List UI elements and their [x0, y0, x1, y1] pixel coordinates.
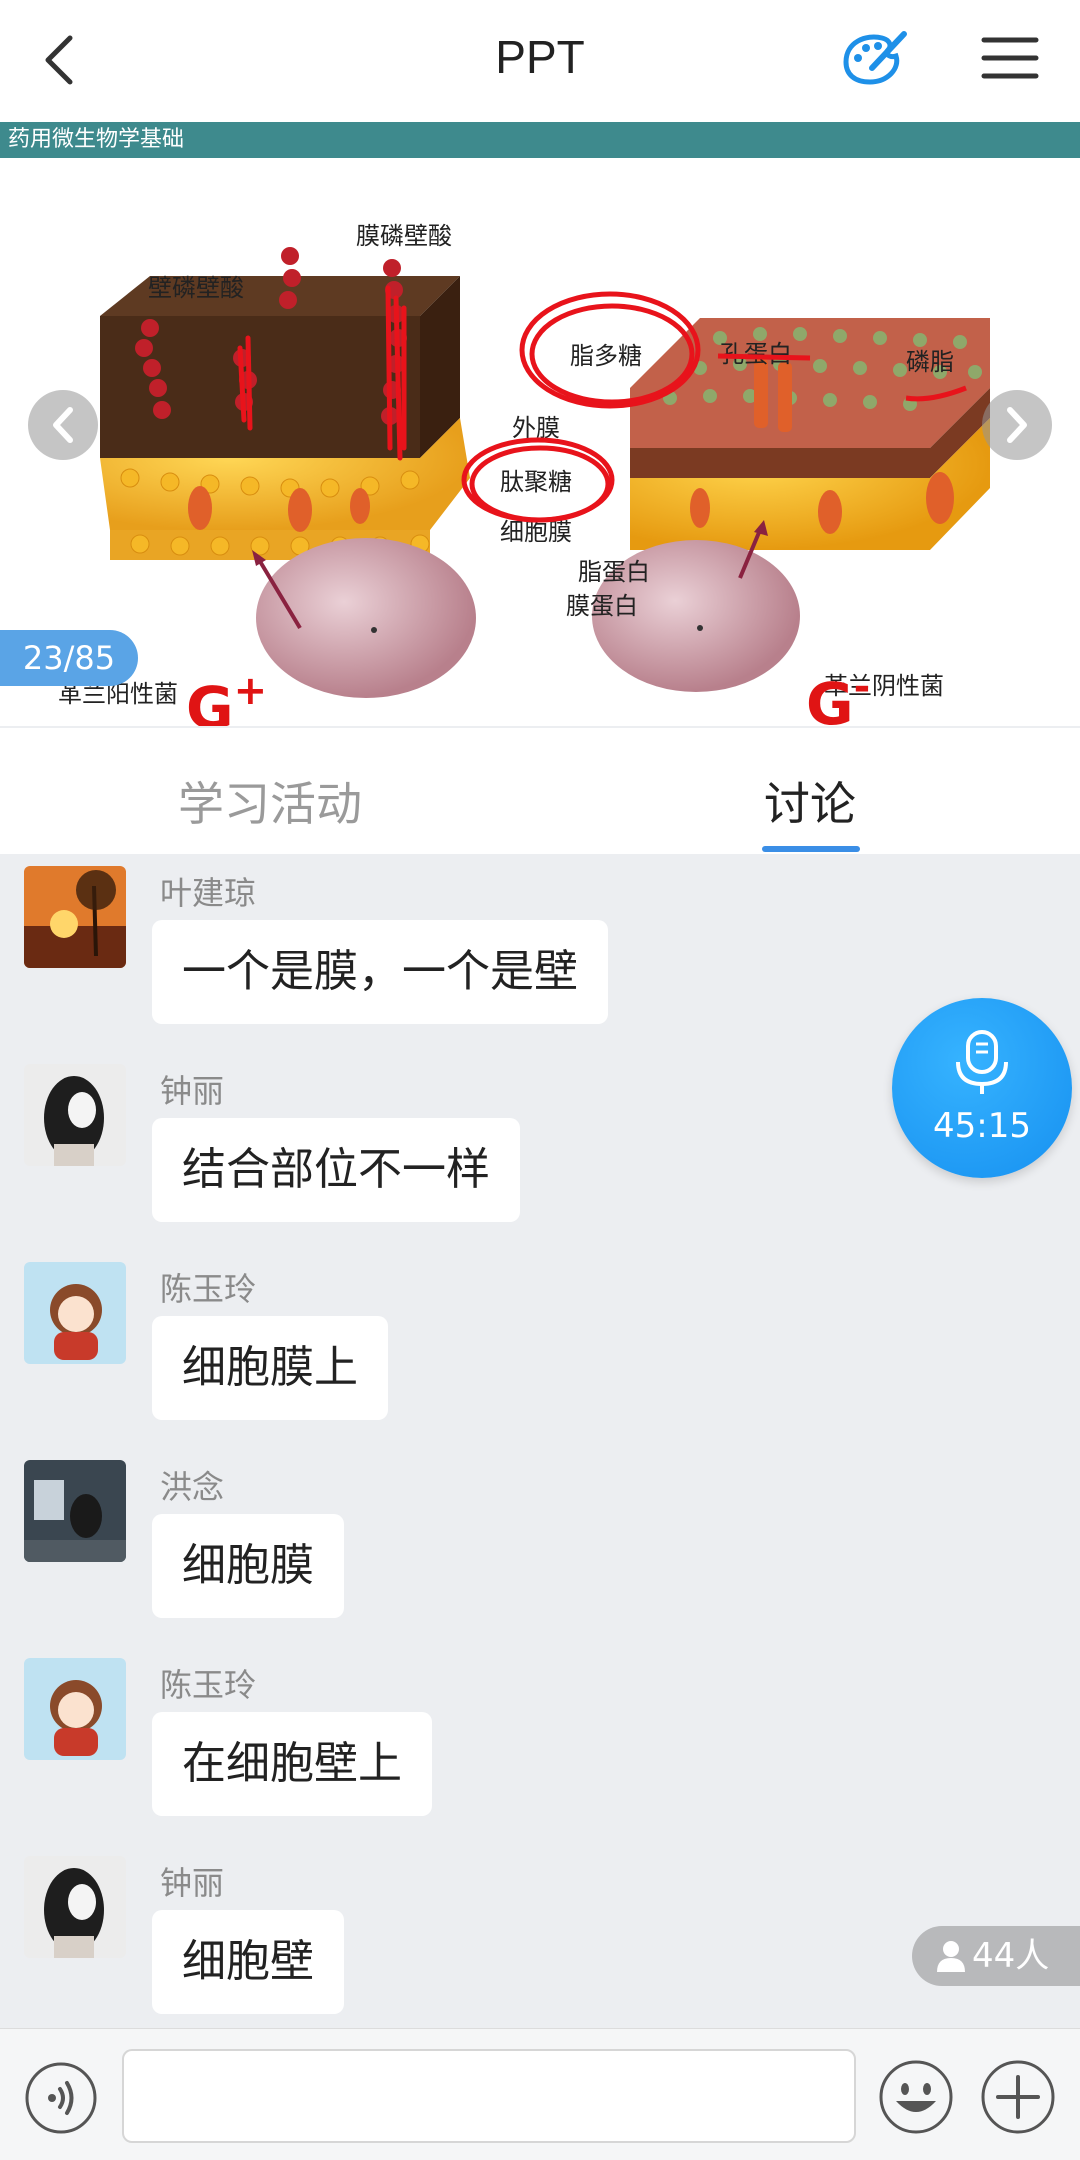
label-g-minus: G- — [806, 664, 870, 726]
message-bubble[interactable]: 结合部位不一样 — [152, 1118, 520, 1222]
message-bubble[interactable]: 细胞壁 — [152, 1910, 344, 2014]
avatar[interactable] — [24, 1262, 126, 1364]
smiley-icon — [879, 2060, 953, 2134]
avatar[interactable] — [24, 1658, 126, 1760]
message-sender: 陈玉玲 — [160, 1270, 257, 1308]
microphone-icon — [956, 1030, 1008, 1094]
active-tab-indicator — [762, 846, 860, 852]
message-bubble[interactable]: 在细胞壁上 — [152, 1712, 432, 1816]
online-count: 44人 — [972, 1936, 1050, 1976]
slide-course-title: 药用微生物学基础 — [0, 122, 1080, 158]
more-options-button[interactable] — [980, 2059, 1056, 2135]
message-sender: 洪念 — [160, 1468, 225, 1506]
message-sender: 钟丽 — [160, 1072, 225, 1110]
message-input-bar — [0, 2028, 1080, 2160]
avatar[interactable] — [24, 1856, 126, 1958]
emoji-button[interactable] — [878, 2059, 954, 2135]
online-count-badge[interactable]: 44人 — [912, 1926, 1080, 1986]
label-phospholipid: 磷脂 — [906, 348, 954, 376]
palette-button[interactable] — [838, 28, 908, 90]
voice-input-button[interactable] — [24, 2061, 98, 2135]
chevron-left-icon — [53, 407, 73, 443]
tab-learning-activities[interactable]: 学习活动 — [178, 768, 362, 834]
message-sender: 钟丽 — [160, 1864, 225, 1902]
list-item: 陈玉玲 在细胞壁上 — [0, 1646, 1080, 1844]
list-item: 叶建琼 一个是膜，一个是壁 — [0, 854, 1080, 1052]
label-lipoprotein: 脂蛋白 — [578, 558, 650, 586]
palette-icon — [843, 31, 907, 85]
message-bubble[interactable]: 细胞膜上 — [152, 1316, 388, 1420]
tab-discussion[interactable]: 讨论 — [764, 768, 856, 834]
voice-broadcast-button[interactable]: 45:15 — [892, 998, 1072, 1178]
avatar[interactable] — [24, 1460, 126, 1562]
label-lipopolysaccharide: 脂多糖 — [570, 342, 642, 370]
ppt-slide[interactable]: 药用微生物学基础 膜磷壁酸 壁磷壁酸 脂多糖 孔蛋白 磷脂 外膜 肽聚糖 细胞膜… — [0, 122, 1080, 726]
hamburger-menu-icon — [981, 37, 1039, 79]
person-icon — [937, 1941, 965, 1972]
broadcast-timer: 45:15 — [933, 1106, 1031, 1146]
next-slide-button[interactable] — [982, 390, 1052, 460]
message-bubble[interactable]: 细胞膜 — [152, 1514, 344, 1618]
list-item: 陈玉玲 细胞膜上 — [0, 1250, 1080, 1448]
cell-wall-diagram: 膜磷壁酸 壁磷壁酸 脂多糖 孔蛋白 磷脂 外膜 肽聚糖 细胞膜 脂蛋白 膜蛋白 … — [58, 222, 990, 726]
label-g-plus: G+ — [186, 668, 267, 726]
page-indicator: 23/85 — [0, 630, 138, 686]
top-bar: PPT — [0, 0, 1080, 122]
chevron-right-icon — [1007, 407, 1027, 443]
label-membrane-protein: 膜蛋白 — [566, 592, 638, 620]
plus-icon — [981, 2060, 1055, 2134]
label-teichoic-acid: 壁磷壁酸 — [148, 274, 244, 302]
label-lipoteichoic-acid: 膜磷壁酸 — [356, 222, 452, 250]
menu-button[interactable] — [980, 32, 1040, 84]
message-sender: 陈玉玲 — [160, 1666, 257, 1704]
message-input[interactable] — [122, 2049, 856, 2143]
label-peptidoglycan: 肽聚糖 — [500, 468, 572, 496]
page-title: PPT — [495, 31, 585, 83]
message-bubble[interactable]: 一个是膜，一个是壁 — [152, 920, 608, 1024]
voice-wave-icon — [25, 2062, 97, 2134]
list-item: 洪念 细胞膜 — [0, 1448, 1080, 1646]
previous-slide-button[interactable] — [28, 390, 98, 460]
message-sender: 叶建琼 — [160, 874, 257, 912]
avatar[interactable] — [24, 866, 126, 968]
avatar[interactable] — [24, 1064, 126, 1166]
tab-bar: 学习活动 讨论 — [0, 728, 1080, 854]
